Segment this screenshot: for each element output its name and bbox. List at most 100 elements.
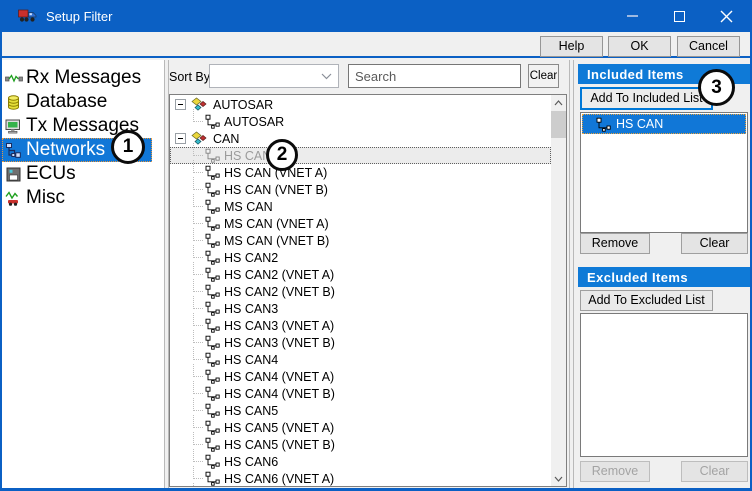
network-node-icon bbox=[205, 437, 220, 452]
category-sidebar: Rx MessagesDatabaseTx MessagesNetworksEC… bbox=[2, 60, 164, 488]
sidebar-item-rx-messages[interactable]: Rx Messages bbox=[2, 66, 164, 90]
tree-item-label: HS CAN4 bbox=[224, 353, 278, 367]
tree-item[interactable]: HS CAN6 (VNET A) bbox=[170, 470, 551, 486]
sidebar-item-label: Rx Messages bbox=[26, 67, 141, 89]
maximize-icon bbox=[674, 11, 685, 22]
tree-item[interactable]: HS CAN5 bbox=[170, 402, 551, 419]
maximize-button[interactable] bbox=[656, 0, 703, 32]
tree-item[interactable]: MS CAN bbox=[170, 198, 551, 215]
help-button[interactable]: Help bbox=[540, 36, 603, 57]
network-node-icon bbox=[205, 454, 220, 469]
tree-item[interactable]: HS CAN2 (VNET B) bbox=[170, 283, 551, 300]
tree-item-label: HS CAN3 (VNET B) bbox=[224, 336, 335, 350]
chevron-down-icon bbox=[321, 73, 332, 80]
sidebar-item-label: Database bbox=[26, 91, 107, 113]
scroll-down-icon[interactable] bbox=[551, 471, 566, 486]
tree-item-label: HS CAN5 (VNET B) bbox=[224, 438, 335, 452]
network-node-icon bbox=[205, 148, 220, 163]
add-to-excluded-button[interactable]: Add To Excluded List bbox=[580, 290, 713, 311]
tree-item[interactable]: MS CAN (VNET B) bbox=[170, 232, 551, 249]
network-node-icon bbox=[205, 199, 220, 214]
network-node-icon bbox=[205, 352, 220, 367]
add-to-included-button[interactable]: Add To Included List bbox=[580, 87, 713, 110]
search-clear-button[interactable]: Clear bbox=[528, 64, 559, 88]
tree-item-label: HS CAN5 (VNET A) bbox=[224, 421, 334, 435]
rx-signal-icon bbox=[5, 70, 24, 87]
included-clear-button[interactable]: Clear bbox=[681, 233, 748, 254]
annotation-circle-2: 2 bbox=[266, 139, 298, 171]
included-remove-button[interactable]: Remove bbox=[580, 233, 650, 254]
search-input[interactable] bbox=[348, 64, 521, 88]
tree-item[interactable]: MS CAN (VNET A) bbox=[170, 215, 551, 232]
tree-scrollbar[interactable] bbox=[551, 95, 566, 486]
tree-item-label: HS CAN2 bbox=[224, 251, 278, 265]
tree-item[interactable]: HS CAN5 (VNET B) bbox=[170, 436, 551, 453]
network-node-icon bbox=[205, 284, 220, 299]
tree-item[interactable]: HS CAN5 (VNET A) bbox=[170, 419, 551, 436]
scrollbar-thumb[interactable] bbox=[551, 111, 566, 138]
tree-item[interactable]: HS CAN4 bbox=[170, 351, 551, 368]
tree-item-label: HS CAN2 (VNET A) bbox=[224, 268, 334, 282]
network-node-icon bbox=[205, 335, 220, 350]
sidebar-item-ecus[interactable]: ECUs bbox=[2, 162, 164, 186]
tree-group-label: AUTOSAR bbox=[213, 98, 273, 112]
network-node-icon bbox=[205, 386, 220, 401]
network-tree: AUTOSARAUTOSARCANHS CANHS CAN (VNET A)HS… bbox=[170, 96, 551, 486]
tree-item-label: HS CAN bbox=[224, 149, 271, 163]
tree-item[interactable]: HS CAN3 (VNET A) bbox=[170, 317, 551, 334]
sidebar-item-label: Misc bbox=[26, 187, 65, 209]
network-node-icon bbox=[205, 216, 220, 231]
window-title: Setup Filter bbox=[46, 9, 112, 24]
scroll-up-icon[interactable] bbox=[551, 95, 566, 110]
sidebar-item-label: ECUs bbox=[26, 163, 76, 185]
tree-item-label: HS CAN6 bbox=[224, 455, 278, 469]
excluded-items-header: Excluded Items bbox=[578, 267, 750, 287]
close-button[interactable] bbox=[703, 0, 750, 32]
tree-item[interactable]: AUTOSAR bbox=[170, 113, 551, 130]
tree-item[interactable]: HS CAN6 bbox=[170, 453, 551, 470]
network-tree-panel: AUTOSARAUTOSARCANHS CANHS CAN (VNET A)HS… bbox=[169, 94, 567, 487]
cancel-button[interactable]: Cancel bbox=[677, 36, 740, 57]
sort-by-dropdown[interactable] bbox=[209, 64, 339, 88]
tree-item-label: HS CAN3 (VNET A) bbox=[224, 319, 334, 333]
tree-item[interactable]: HS CAN2 bbox=[170, 249, 551, 266]
tree-item[interactable]: HS CAN4 (VNET A) bbox=[170, 368, 551, 385]
network-node-icon bbox=[205, 369, 220, 384]
ok-button[interactable]: OK bbox=[608, 36, 671, 57]
app-truck-icon bbox=[18, 9, 37, 23]
sidebar-item-misc[interactable]: Misc bbox=[2, 186, 164, 210]
misc-signal-icon bbox=[5, 190, 24, 207]
sort-by-label: Sort By: bbox=[169, 70, 213, 84]
minimize-button[interactable] bbox=[609, 0, 656, 32]
tree-group-autosar[interactable]: AUTOSAR bbox=[170, 96, 551, 113]
sidebar-item-database[interactable]: Database bbox=[2, 90, 164, 114]
tree-item-label: HS CAN4 (VNET A) bbox=[224, 370, 334, 384]
tree-item-label: HS CAN5 bbox=[224, 404, 278, 418]
tree-item-label: AUTOSAR bbox=[224, 115, 284, 129]
tree-group-can[interactable]: CAN bbox=[170, 130, 551, 147]
minimize-icon bbox=[627, 15, 638, 17]
tree-item-label: HS CAN3 bbox=[224, 302, 278, 316]
tree-item[interactable]: HS CAN (VNET A) bbox=[170, 164, 551, 181]
tree-item[interactable]: HS CAN bbox=[170, 147, 551, 164]
close-icon bbox=[720, 10, 733, 23]
network-node-icon bbox=[205, 301, 220, 316]
list-item[interactable]: HS CAN bbox=[582, 114, 746, 134]
title-bar: Setup Filter bbox=[0, 0, 752, 32]
excluded-remove-button: Remove bbox=[580, 461, 650, 482]
monitor-icon bbox=[5, 118, 24, 135]
tree-item[interactable]: HS CAN3 (VNET B) bbox=[170, 334, 551, 351]
ecu-chip-icon bbox=[5, 166, 24, 183]
collapse-minus-icon[interactable] bbox=[175, 99, 186, 110]
tree-item-label: HS CAN6 (VNET A) bbox=[224, 472, 334, 486]
tree-item[interactable]: HS CAN3 bbox=[170, 300, 551, 317]
network-node-icon bbox=[205, 420, 220, 435]
network-icon bbox=[5, 142, 24, 159]
dialog-button-bar: Help OK Cancel bbox=[0, 32, 752, 58]
excluded-items-list bbox=[580, 313, 748, 457]
tree-item[interactable]: HS CAN (VNET B) bbox=[170, 181, 551, 198]
tree-item-label: MS CAN (VNET B) bbox=[224, 234, 329, 248]
tree-item[interactable]: HS CAN4 (VNET B) bbox=[170, 385, 551, 402]
collapse-minus-icon[interactable] bbox=[175, 133, 186, 144]
tree-item[interactable]: HS CAN2 (VNET A) bbox=[170, 266, 551, 283]
